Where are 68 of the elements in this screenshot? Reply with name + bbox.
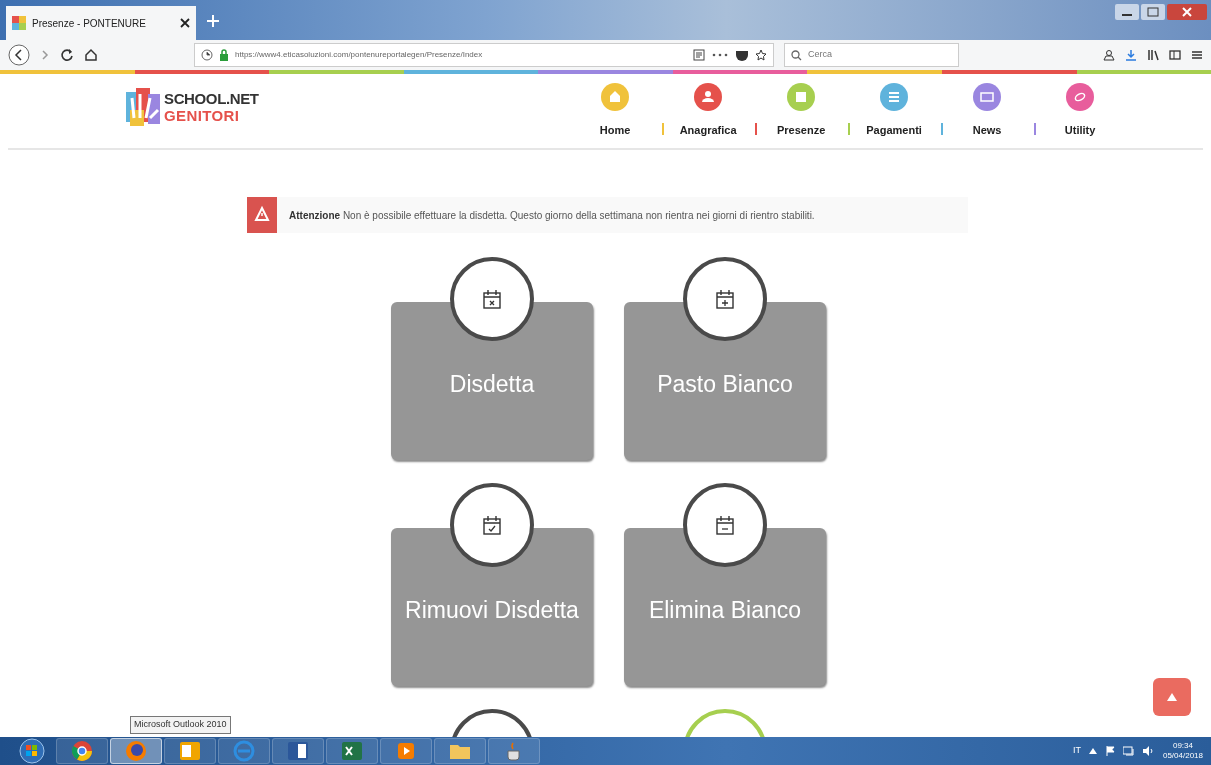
library-icon[interactable]: [1147, 49, 1159, 61]
excel-icon: [340, 739, 364, 763]
clock-date: 05/04/2018: [1162, 751, 1203, 761]
logo-subtitle: GENITORI: [164, 107, 241, 124]
url-text: https://www4.eticasoluzioni.com/pontenureportalegen/Presenze/Index: [235, 49, 484, 61]
calendar-x-icon: [480, 287, 504, 311]
chrome-icon: [70, 739, 94, 763]
lock-icon: [219, 49, 229, 61]
nav-link[interactable]: News: [972, 122, 1002, 139]
search-field[interactable]: Cerca: [784, 43, 959, 67]
hand-logo-icon: [126, 88, 162, 126]
nav-link[interactable]: Pagamenti: [866, 122, 922, 139]
search-icon: [791, 49, 802, 61]
calendar-minus-icon: [713, 513, 737, 537]
more-icon[interactable]: [711, 52, 729, 58]
tile-label: Disdetta: [448, 370, 536, 399]
address-bar[interactable]: https://www4.eticasoluzioni.com/pontenureportalegen/Presenze/Index: [194, 43, 774, 67]
caret-icon[interactable]: [1088, 748, 1097, 754]
tile-label: Elimina Bianco: [647, 596, 803, 625]
account-icon[interactable]: [1103, 49, 1115, 61]
speaker-icon[interactable]: [1142, 746, 1155, 756]
nav-link[interactable]: Utility: [1064, 122, 1096, 139]
network-icon[interactable]: [1122, 746, 1135, 756]
logo-title: SCHOOL.NET: [164, 90, 259, 107]
reload-icon[interactable]: [60, 48, 74, 62]
minimize-icon[interactable]: [1115, 4, 1139, 20]
close-icon[interactable]: [180, 18, 190, 28]
clock-time: 09:34: [1172, 741, 1193, 751]
language-indicator[interactable]: IT: [1072, 744, 1081, 758]
pocket-icon[interactable]: [735, 49, 749, 61]
taskbar-button[interactable]: [488, 738, 540, 764]
outlook-icon: [178, 739, 202, 763]
tile-label: Pasto Bianco: [656, 370, 794, 399]
tab-title: Presenze - PONTENURE: [32, 16, 147, 31]
flag-icon[interactable]: [1104, 746, 1115, 756]
taskbar-button[interactable]: [110, 738, 162, 764]
download-icon[interactable]: [1125, 49, 1137, 61]
newspaper-icon[interactable]: [972, 82, 1003, 112]
calendar-plus-icon: [713, 287, 737, 311]
scroll-top-button[interactable]: [1153, 678, 1191, 716]
arrow-up-icon: [1167, 693, 1177, 701]
tooltip: Microsoft Outlook 2010: [130, 716, 231, 734]
nav-link[interactable]: Anagrafica: [679, 122, 737, 139]
taskbar-button[interactable]: [434, 738, 486, 764]
favicon-icon: [12, 16, 26, 30]
tile-label: Rimuovi Disdetta: [404, 596, 580, 625]
link-icon[interactable]: [1065, 82, 1096, 112]
back-icon[interactable]: [8, 44, 30, 66]
menu-icon[interactable]: [1191, 49, 1203, 61]
sidebar-icon[interactable]: [1169, 49, 1181, 61]
user-icon[interactable]: [693, 82, 724, 112]
browser-tab[interactable]: Presenze - PONTENURE: [6, 6, 196, 40]
firefox-icon: [124, 739, 148, 763]
alert-message: Attenzione Non è possibile effettuare la disdetta. Questo giorno della settimana non rientra nei giorni di rientro stabiliti.: [289, 208, 815, 223]
taskbar-button[interactable]: [326, 738, 378, 764]
taskbar-button[interactable]: [164, 738, 216, 764]
calendar-check-icon: [480, 513, 504, 537]
nav-link[interactable]: Home: [599, 122, 631, 139]
taskbar-button[interactable]: [56, 738, 108, 764]
forward-icon[interactable]: [40, 49, 50, 61]
star-icon[interactable]: [755, 49, 767, 61]
reader-view-icon[interactable]: [693, 49, 705, 61]
word-icon: [286, 739, 310, 763]
nav-link[interactable]: Presenze: [776, 122, 826, 139]
home-icon[interactable]: [84, 48, 98, 62]
search-input[interactable]: Cerca: [808, 48, 952, 62]
new-tab-icon[interactable]: [204, 12, 222, 30]
taskbar-button[interactable]: [272, 738, 324, 764]
